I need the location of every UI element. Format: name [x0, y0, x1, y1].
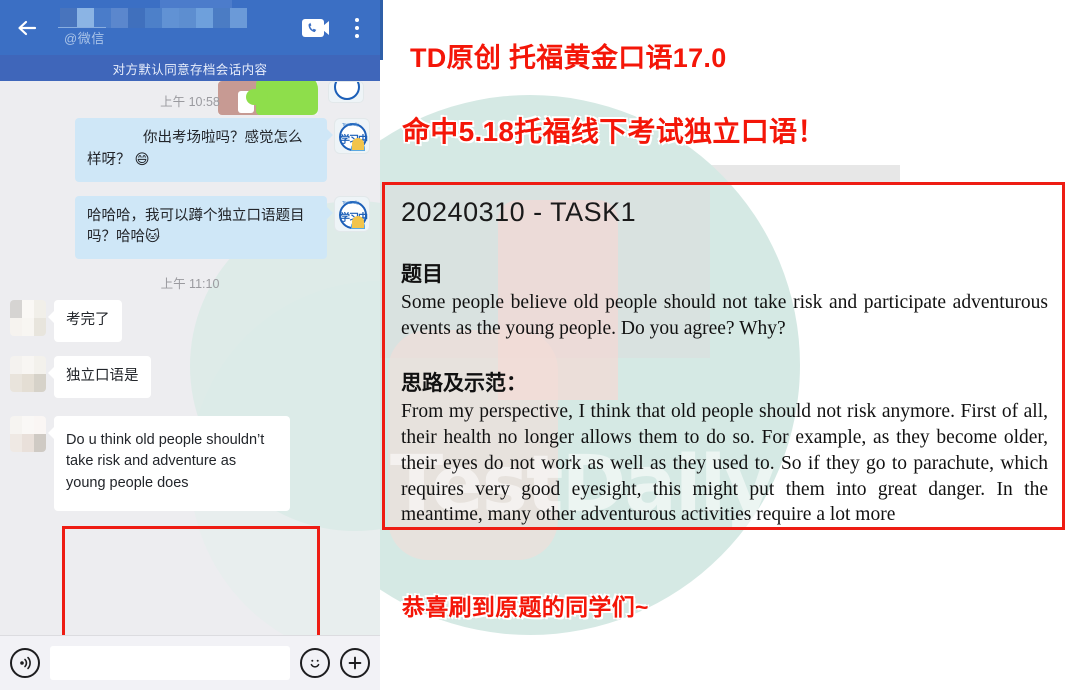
emoji-smiley-icon[interactable] — [300, 648, 330, 678]
document-section2: 思路及示范： From my perspective, I think that… — [401, 367, 1048, 528]
document-section1-body: Some people believe old people should no… — [401, 292, 1048, 339]
sender-avatar-mosaic[interactable] — [10, 355, 46, 392]
document-section2-heading: 思路及示范： — [401, 371, 527, 396]
document-section1-heading: 题目 — [401, 262, 443, 286]
wechat-chat-panel: @微信 对方默认同意存档会话内容 上午 10:58 你出考场啦吗？感觉怎么样呀？… — [0, 0, 380, 690]
contact-name-mosaic — [60, 7, 247, 28]
poster-headline-2: 命中5.18托福线下考试独立口语！ — [402, 116, 826, 147]
add-more-icon[interactable] — [340, 648, 370, 678]
message-row-2: 哈哈哈，我可以蹲个独立口语题目吗？哈哈🐱 TestDaily 学习中 — [0, 195, 380, 259]
message-bubble-3[interactable]: 考完了 — [48, 300, 122, 342]
study-badge-avatar[interactable]: TestDaily 学习中 — [334, 118, 370, 154]
chat-header: @微信 — [0, 0, 380, 55]
voice-message-icon[interactable] — [10, 648, 40, 678]
message-bubble-1[interactable]: 你出考场啦吗？感觉怎么样呀？ 😄 — [75, 118, 333, 182]
header-action-icons — [302, 15, 368, 41]
task-document-box: 20240310 - TASK1 题目 Some people believe … — [382, 182, 1065, 530]
poster-panel: TestDaily TD原创 托福黄金口语17.0 命中5.18托福线下考试独立… — [380, 0, 1080, 690]
poster-footer-note: 恭喜刷到原题的同学们~ — [402, 594, 649, 620]
screenshot-root: @微信 对方默认同意存档会话内容 上午 10:58 你出考场啦吗？感觉怎么样呀？… — [0, 0, 1080, 690]
archive-notice-bar: 对方默认同意存档会话内容 — [0, 55, 380, 81]
poster-left-edge-strip — [380, 0, 383, 60]
document-section2-body: From my perspective, I think that old pe… — [401, 401, 1048, 526]
archive-notice-text: 对方默认同意存档会话内容 — [112, 62, 268, 77]
more-options-icon[interactable] — [346, 15, 368, 41]
message-bubble-2[interactable]: 哈哈哈，我可以蹲个独立口语题目吗？哈哈🐱 — [75, 195, 333, 259]
message-bubble-5[interactable]: Do u think old people shouldn’t take ris… — [48, 415, 290, 511]
message-row-4: 独立口语是 — [0, 355, 380, 398]
message-bubble-4[interactable]: 独立口语是 — [48, 355, 151, 398]
sender-avatar-mosaic[interactable] — [10, 300, 46, 336]
chat-message-list[interactable]: 上午 10:58 你出考场啦吗？感觉怎么样呀？ 😄 TestDaily 学习中 … — [0, 81, 380, 690]
message-row-5: Do u think old people shouldn’t take ris… — [0, 415, 380, 511]
message-input-field[interactable] — [50, 646, 290, 680]
message-row-1: 你出考场啦吗？感觉怎么样呀？ 😄 TestDaily 学习中 — [0, 118, 380, 182]
contact-name-area[interactable]: @微信 — [52, 0, 302, 52]
chat-input-bar — [0, 635, 380, 690]
video-call-icon[interactable] — [302, 17, 332, 39]
study-badge-avatar[interactable]: TestDaily 学习中 — [334, 195, 370, 232]
sender-avatar-mosaic[interactable] — [10, 415, 46, 452]
poster-headline-1: TD原创 托福黄金口语17.0 — [410, 43, 727, 73]
message-text-1: 你出考场啦吗？感觉怎么样呀？ 😄 — [87, 130, 303, 168]
document-title: 20240310 - TASK1 — [401, 197, 637, 227]
contact-handle: @微信 — [64, 30, 105, 46]
message-row-3: 考完了 — [0, 300, 380, 342]
back-arrow-icon[interactable] — [12, 11, 46, 45]
timestamp-2: 上午 11:10 — [160, 277, 220, 291]
timestamp-1: 上午 10:58 — [160, 95, 220, 109]
